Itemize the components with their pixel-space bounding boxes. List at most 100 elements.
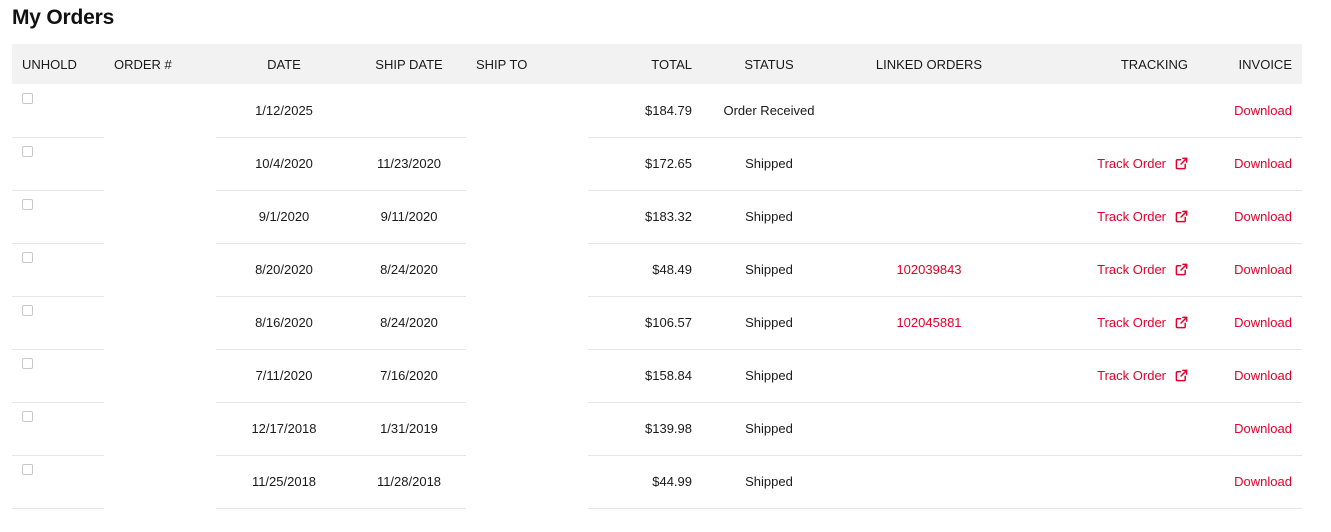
unhold-checkbox[interactable]: [22, 305, 33, 316]
order-number-cell: [104, 137, 216, 190]
order-date: 7/11/2020: [216, 349, 352, 403]
invoice-cell: Download: [1198, 349, 1302, 403]
unhold-cell: [12, 349, 104, 403]
order-date: 1/12/2025: [216, 84, 352, 138]
external-link-icon: [1175, 369, 1188, 382]
download-invoice-link[interactable]: Download: [1234, 262, 1292, 277]
track-order-label: Track Order: [1097, 209, 1166, 224]
unhold-cell: [12, 296, 104, 350]
ship-date: 11/28/2018: [352, 455, 466, 509]
header-tracking: TRACKING: [1120, 56, 1188, 72]
download-invoice-link[interactable]: Download: [1234, 209, 1292, 224]
ship-date: 8/24/2020: [352, 296, 466, 350]
order-status: Shipped: [702, 402, 836, 456]
ship-to-cell: [466, 402, 588, 455]
ship-to-cell: [466, 296, 588, 349]
order-date: 8/20/2020: [216, 243, 352, 297]
invoice-cell: Download: [1198, 243, 1302, 297]
linked-order-link[interactable]: 102039843: [896, 262, 961, 277]
tracking-cell: Track Order: [1022, 190, 1198, 244]
orders-table: UNHOLD ORDER # DATE SHIP DATE SHIP TO TO…: [12, 44, 1302, 509]
order-date: 12/17/2018: [216, 402, 352, 456]
order-total: $48.49: [588, 243, 702, 297]
order-status: Shipped: [702, 243, 836, 297]
linked-orders-cell: [836, 137, 1022, 191]
external-link-icon: [1175, 316, 1188, 329]
ship-date: 8/24/2020: [352, 243, 466, 297]
table-row: 8/16/2020 8/24/2020 $106.57 Shipped 1020…: [12, 296, 1302, 350]
unhold-checkbox[interactable]: [22, 358, 33, 369]
download-invoice-link[interactable]: Download: [1234, 315, 1292, 330]
track-order-link[interactable]: Track Order: [1097, 315, 1188, 330]
page-title: My Orders: [12, 6, 115, 29]
order-total: $172.65: [588, 137, 702, 191]
unhold-checkbox[interactable]: [22, 199, 33, 210]
ship-to-cell: [466, 455, 588, 508]
track-order-label: Track Order: [1097, 315, 1166, 330]
order-status: Shipped: [702, 296, 836, 350]
unhold-cell: [12, 243, 104, 297]
table-row: 9/1/2020 9/11/2020 $183.32 Shipped Track…: [12, 190, 1302, 244]
invoice-cell: Download: [1198, 296, 1302, 350]
ship-to-cell: [466, 349, 588, 402]
table-row: 11/25/2018 11/28/2018 $44.99 Shipped Dow…: [12, 455, 1302, 509]
unhold-checkbox[interactable]: [22, 464, 33, 475]
table-row: 7/11/2020 7/16/2020 $158.84 Shipped Trac…: [12, 349, 1302, 403]
track-order-link[interactable]: Track Order: [1097, 156, 1188, 171]
order-number-cell: [104, 243, 216, 296]
header-order-number: ORDER #: [114, 56, 172, 72]
ship-to-cell: [466, 137, 588, 190]
tracking-cell: [1022, 84, 1198, 138]
download-invoice-link[interactable]: Download: [1234, 103, 1292, 118]
ship-date: 7/16/2020: [352, 349, 466, 403]
linked-orders-cell: [836, 349, 1022, 403]
track-order-link[interactable]: Track Order: [1097, 262, 1188, 277]
order-status: Shipped: [702, 349, 836, 403]
tracking-cell: Track Order: [1022, 349, 1198, 403]
unhold-cell: [12, 84, 104, 138]
invoice-cell: Download: [1198, 455, 1302, 509]
header-invoice: INVOICE: [1238, 56, 1292, 72]
download-invoice-link[interactable]: Download: [1234, 156, 1292, 171]
track-order-label: Track Order: [1097, 156, 1166, 171]
order-date: 11/25/2018: [216, 455, 352, 509]
linked-order-link[interactable]: 102045881: [896, 315, 961, 330]
linked-orders-cell: [836, 455, 1022, 509]
invoice-cell: Download: [1198, 137, 1302, 191]
unhold-cell: [12, 137, 104, 191]
order-number-cell: [104, 84, 216, 137]
ship-date: 1/31/2019: [352, 402, 466, 456]
track-order-link[interactable]: Track Order: [1097, 209, 1188, 224]
download-invoice-link[interactable]: Download: [1234, 368, 1292, 383]
order-number-cell: [104, 296, 216, 349]
unhold-checkbox[interactable]: [22, 146, 33, 157]
order-date: 9/1/2020: [216, 190, 352, 244]
header-ship-to: SHIP TO: [476, 56, 528, 72]
header-status: STATUS: [744, 56, 794, 72]
order-total: $183.32: [588, 190, 702, 244]
order-total: $139.98: [588, 402, 702, 456]
unhold-checkbox[interactable]: [22, 411, 33, 422]
track-order-link[interactable]: Track Order: [1097, 368, 1188, 383]
ship-to-cell: [466, 190, 588, 243]
order-status: Shipped: [702, 137, 836, 191]
download-invoice-link[interactable]: Download: [1234, 474, 1292, 489]
order-date: 10/4/2020: [216, 137, 352, 191]
order-status: Order Received: [702, 84, 836, 138]
order-number-cell: [104, 455, 216, 508]
invoice-cell: Download: [1198, 190, 1302, 244]
table-row: 8/20/2020 8/24/2020 $48.49 Shipped 10203…: [12, 243, 1302, 297]
download-invoice-link[interactable]: Download: [1234, 421, 1292, 436]
order-number-cell: [104, 190, 216, 243]
tracking-cell: [1022, 455, 1198, 509]
ship-date: [352, 84, 466, 138]
external-link-icon: [1175, 210, 1188, 223]
unhold-checkbox[interactable]: [22, 252, 33, 263]
unhold-cell: [12, 455, 104, 509]
tracking-cell: [1022, 402, 1198, 456]
unhold-checkbox[interactable]: [22, 92, 33, 104]
order-number-cell: [104, 349, 216, 402]
tracking-cell: Track Order: [1022, 296, 1198, 350]
unhold-cell: [12, 190, 104, 244]
track-order-label: Track Order: [1097, 368, 1166, 383]
